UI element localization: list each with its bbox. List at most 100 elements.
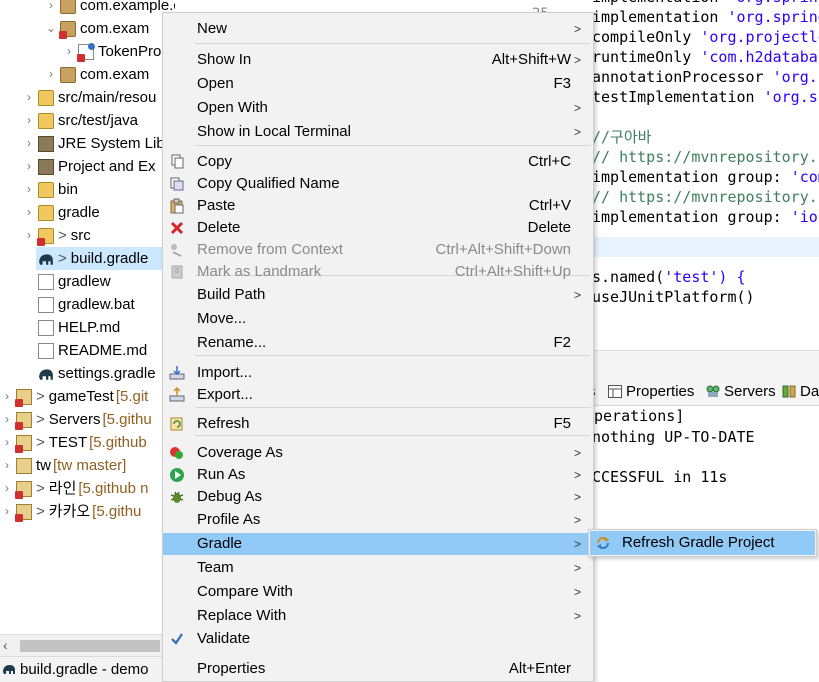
project-icon — [15, 411, 32, 430]
tree-item[interactable]: › > 라인 [5.github n — [0, 477, 148, 500]
explorer-horizontal-scrollbar[interactable]: ‹ — [0, 634, 165, 656]
tree-item-label: gradlew — [58, 273, 111, 290]
expand-chevron-right-icon[interactable]: › — [44, 63, 58, 86]
tab-servers[interactable]: Servers — [706, 383, 776, 400]
scrollbar-thumb[interactable] — [20, 640, 160, 652]
tree-item-label: HELP.md — [58, 319, 121, 336]
menu-item-label: Replace With — [197, 607, 287, 624]
expand-chevron-right-icon[interactable]: › — [44, 0, 58, 17]
tree-item[interactable]: › com.example.demo.persistence — [44, 0, 175, 17]
menu-item-gradle[interactable]: Gradle > — [163, 533, 593, 555]
library-icon — [38, 158, 54, 175]
error-marker-icon — [15, 513, 23, 522]
tree-item[interactable]: > build.gradle — [36, 247, 175, 270]
menu-item-copy-qualified-name[interactable]: Copy Qualified Name — [163, 173, 593, 195]
run-icon — [170, 468, 184, 482]
menu-item-shortcut: F2 — [553, 334, 571, 351]
error-marker-icon — [15, 490, 23, 499]
context-menu: New > Show In Alt+Shift+W > Open F3 Open With > S… — [162, 12, 594, 682]
menu-item-move[interactable]: Move... — [163, 308, 593, 330]
expand-chevron-right-icon[interactable]: › — [22, 224, 36, 247]
tree-item[interactable]: › > 카카오 [5.githu — [0, 500, 141, 523]
expand-chevron-right-icon[interactable]: › — [62, 40, 76, 63]
menu-item-copy[interactable]: Copy Ctrl+C — [163, 151, 593, 173]
tree-item[interactable]: › > Servers [5.githu — [0, 408, 152, 431]
tree-item[interactable]: › bin — [22, 178, 78, 201]
menu-item-import[interactable]: Import... — [163, 362, 593, 384]
tree-item[interactable]: › TokenPro — [62, 40, 161, 63]
code-line: testImplementation 'org.sp — [592, 88, 819, 106]
tree-item[interactable]: › tw [tw master] — [0, 454, 126, 477]
menu-item-refresh-gradle-project[interactable]: Refresh Gradle Project — [590, 531, 815, 555]
submenu-chevron-right-icon: > — [573, 101, 581, 115]
menu-item-label: Import... — [197, 364, 253, 381]
tree-item[interactable]: settings.gradle — [22, 362, 156, 385]
menu-item-shortcut: Alt+Shift+W — [491, 51, 571, 68]
submenu-chevron-right-icon: > — [573, 490, 581, 504]
expand-chevron-right-icon[interactable]: › — [22, 132, 36, 155]
expand-chevron-right-icon[interactable]: › — [22, 86, 36, 109]
tree-item[interactable]: gradlew — [22, 270, 111, 293]
menu-separator — [195, 43, 591, 44]
tree-item[interactable]: HELP.md — [22, 316, 120, 339]
tab-data[interactable]: Da — [782, 383, 819, 400]
menu-item-open-with[interactable]: Open With > — [163, 97, 593, 119]
menu-item-paste[interactable]: Paste Ctrl+V — [163, 195, 593, 217]
menu-item-run-as[interactable]: Run As > — [163, 464, 593, 486]
menu-item-show-in-local-terminal[interactable]: Show in Local Terminal > — [163, 121, 593, 143]
tree-item[interactable]: › > src — [22, 224, 91, 247]
tree-item-label: com.exam — [80, 20, 150, 37]
project-explorer: ›com.example.demo.persistence⌄ com.exam ›T… — [0, 0, 175, 634]
console-line: nothing UP-TO-DATE — [592, 428, 755, 446]
outgoing-changes-marker: > — [36, 388, 45, 405]
menu-item-debug-as[interactable]: Debug As > — [163, 486, 593, 508]
menu-item-rename[interactable]: Rename... F2 — [163, 332, 593, 354]
tab-properties[interactable]: Properties — [608, 383, 694, 400]
expand-chevron-right-icon[interactable]: › — [22, 109, 36, 132]
tree-item[interactable]: › src/test/java — [22, 109, 138, 132]
tree-item[interactable]: README.md — [22, 339, 147, 362]
expand-chevron-right-icon[interactable]: › — [0, 408, 14, 431]
expand-chevron-down-icon[interactable]: ⌄ — [44, 17, 58, 40]
menu-item-profile-as[interactable]: Profile As > — [163, 509, 593, 531]
tree-item[interactable]: gradlew.bat — [22, 293, 135, 316]
menu-item-refresh[interactable]: Refresh F5 — [163, 413, 593, 435]
expand-chevron-right-icon[interactable]: › — [0, 454, 14, 477]
error-marker-icon — [59, 30, 67, 39]
menu-item-build-path[interactable]: Build Path > — [163, 284, 593, 306]
expand-chevron-right-icon[interactable]: › — [22, 178, 36, 201]
menu-item-open[interactable]: Open F3 — [163, 73, 593, 95]
menu-item-export[interactable]: Export... — [163, 384, 593, 406]
scroll-left-arrow-icon[interactable]: ‹ — [3, 637, 8, 653]
menu-item-coverage-as[interactable]: Coverage As > — [163, 442, 593, 464]
tree-item-label: com.exam — [80, 66, 150, 83]
expand-chevron-right-icon[interactable]: › — [0, 385, 14, 408]
tree-item-label: build.gradle — [70, 250, 149, 267]
expand-chevron-right-icon[interactable]: › — [22, 201, 36, 224]
expand-chevron-right-icon[interactable]: › — [0, 477, 14, 500]
tree-item[interactable]: › > TEST [5.github — [0, 431, 147, 454]
gradle-submenu: Refresh Gradle Project — [588, 529, 817, 557]
tree-item-label: Project and Ex — [58, 158, 156, 175]
menu-item-compare-with[interactable]: Compare With > — [163, 581, 593, 603]
menu-item-team[interactable]: Team > — [163, 557, 593, 579]
tree-item[interactable]: › Project and Ex — [22, 155, 156, 178]
tree-item[interactable]: › src/main/resou — [22, 86, 156, 109]
menu-item-delete[interactable]: Delete Delete — [163, 217, 593, 239]
menu-item-show-in[interactable]: Show In Alt+Shift+W > — [163, 49, 593, 71]
expand-chevron-right-icon[interactable]: › — [0, 500, 14, 523]
tree-item[interactable]: ⌄ com.exam — [44, 17, 149, 40]
tree-item[interactable]: › JRE System Lib — [22, 132, 165, 155]
menu-item-new[interactable]: New > — [163, 18, 593, 40]
tab-servers-label: Servers — [724, 383, 776, 400]
tree-item[interactable]: › > gameTest [5.git — [0, 385, 148, 408]
tree-item[interactable]: › gradle — [22, 201, 100, 224]
code-line: s.named('test') { — [592, 268, 746, 286]
expand-chevron-right-icon[interactable]: › — [0, 431, 14, 454]
tree-item-label: README.md — [58, 342, 148, 359]
menu-item-validate[interactable]: Validate — [163, 628, 593, 650]
expand-chevron-right-icon[interactable]: › — [22, 155, 36, 178]
tree-item[interactable]: › com.exam — [44, 63, 149, 86]
menu-item-properties[interactable]: Properties Alt+Enter — [163, 658, 593, 680]
menu-item-replace-with[interactable]: Replace With > — [163, 605, 593, 627]
